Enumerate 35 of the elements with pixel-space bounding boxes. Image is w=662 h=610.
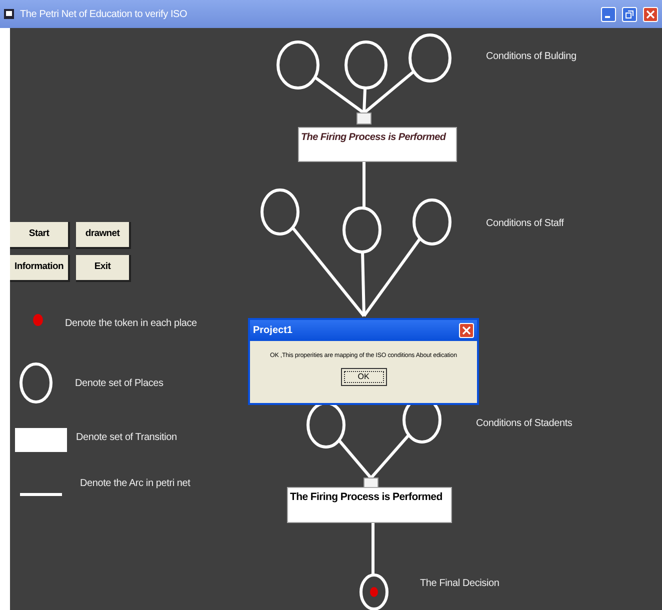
stage-label: Conditions of Bulding [486,50,576,64]
form-button[interactable]: Start [10,222,70,249]
arc-line [338,439,372,479]
arc-line [362,162,366,207]
stage-label: Conditions of Stadents [476,417,572,431]
close-button[interactable] [459,323,474,338]
token-dot-icon [32,313,44,327]
legend-text: Denote set of Places [75,377,164,391]
window-title: The Petri Net of Education to verify ISO [20,8,188,22]
ok-button[interactable]: OK [340,368,386,386]
dialog-title: Project1 [253,324,292,338]
form-button[interactable]: Information [10,255,70,282]
minimize-button[interactable] [601,6,616,22]
arc-line [370,434,410,479]
arc-line-icon [20,493,62,496]
transition-marker [356,112,372,124]
form-button[interactable]: drawnet [76,222,131,249]
transition-box: The Firing Process is Performed [298,127,457,162]
app-icon [4,9,14,19]
place-circle-icon [18,361,54,405]
legend-text: Denote the token in each place [65,317,197,331]
minimize-icon [605,16,610,18]
arc-line [372,522,374,575]
restore-icon [625,10,634,18]
transition-rect-icon [15,428,67,452]
close-icon [462,326,471,335]
close-button[interactable] [643,6,658,22]
close-icon [646,10,655,18]
transition-box: The Firing Process is Performed [287,487,452,523]
legend-text: Denote set of Transition [76,431,177,445]
form-button[interactable]: Exit [76,255,131,282]
restore-button[interactable] [622,6,637,22]
stage-label: Conditions of Staff [486,217,564,231]
legend-text: Denote the Arc in petri net [80,477,190,491]
final-label: The Final Decision [420,577,500,591]
